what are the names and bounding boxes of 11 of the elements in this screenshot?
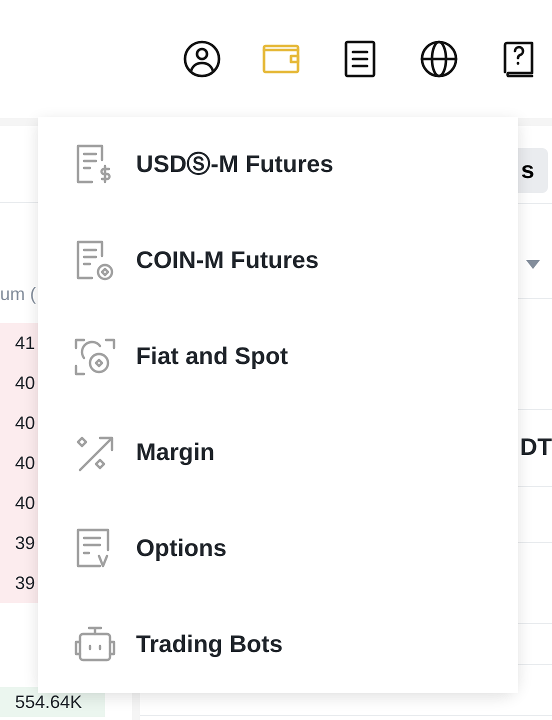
column-header: um ( [0,284,36,304]
menu-item[interactable]: Options [38,501,518,597]
account-icon[interactable] [182,39,222,79]
menu-item[interactable]: Fiat and Spot [38,309,518,405]
menu-item[interactable]: USDⓈ-M Futures [38,117,518,213]
menu-item[interactable]: COIN-M Futures [38,213,518,309]
pair-text: DT [519,433,552,463]
menu-item[interactable]: Margin [38,405,518,501]
caret-icon[interactable] [526,260,540,269]
globe-icon[interactable] [419,39,459,79]
menu-item[interactable]: Trading Bots [38,597,518,693]
